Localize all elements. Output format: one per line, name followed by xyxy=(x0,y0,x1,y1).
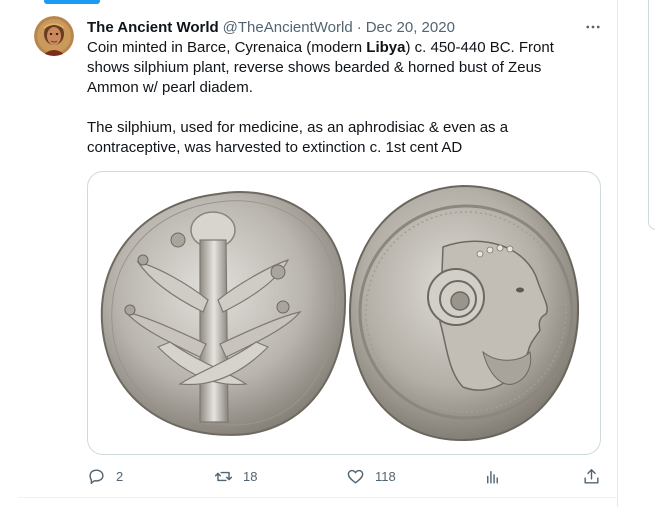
tweet-header: The Ancient World @TheAncientWorld · Dec… xyxy=(87,17,455,37)
reply-button[interactable]: 2 xyxy=(87,464,123,488)
bold-keyword[interactable]: Libya xyxy=(366,39,405,56)
tweet-media-image[interactable] xyxy=(87,171,601,455)
coin-reverse xyxy=(348,184,580,442)
reply-icon xyxy=(89,468,104,484)
like-button[interactable]: 118 xyxy=(346,464,396,488)
separator: · xyxy=(356,18,362,36)
column-divider xyxy=(617,0,618,507)
tweet-text-line: Ammon w/ pearl diadem. xyxy=(87,79,253,96)
share-icon xyxy=(584,468,599,484)
retweet-button[interactable]: 18 xyxy=(214,464,257,488)
tweet[interactable]: The Ancient World @TheAncientWorld · Dec… xyxy=(18,0,617,497)
tweet-date[interactable]: Dec 20, 2020 xyxy=(366,19,455,36)
reply-count: 2 xyxy=(116,468,124,484)
tweet-text-line: The silphium, used for medicine, as an a… xyxy=(87,119,509,136)
like-count: 118 xyxy=(375,468,396,484)
tweet-text-line: contraceptive, was harvested to extincti… xyxy=(87,139,463,156)
retweet-count: 18 xyxy=(243,468,258,484)
sidebar-card-edge xyxy=(648,0,655,230)
more-horizontal-icon xyxy=(586,25,600,29)
retweet-icon xyxy=(214,471,233,481)
tweet-actions: 2 18 118 xyxy=(87,464,607,488)
divider xyxy=(18,497,618,498)
display-name[interactable]: The Ancient World xyxy=(87,19,219,36)
tweet-text: Coin minted in Barce, Cyrenaica (modern … xyxy=(87,38,607,158)
share-button[interactable] xyxy=(582,464,601,488)
heart-icon xyxy=(347,469,364,484)
user-handle[interactable]: @TheAncientWorld xyxy=(223,19,353,36)
views-button[interactable] xyxy=(483,464,502,488)
analytics-icon xyxy=(487,470,498,484)
avatar[interactable] xyxy=(34,16,74,56)
tweet-text-line: shows silphium plant, reverse shows bear… xyxy=(87,59,542,76)
more-options-button[interactable] xyxy=(582,16,604,38)
coin-front xyxy=(100,191,347,436)
tweet-text-line: Coin minted in Barce, Cyrenaica (modern … xyxy=(87,39,554,56)
